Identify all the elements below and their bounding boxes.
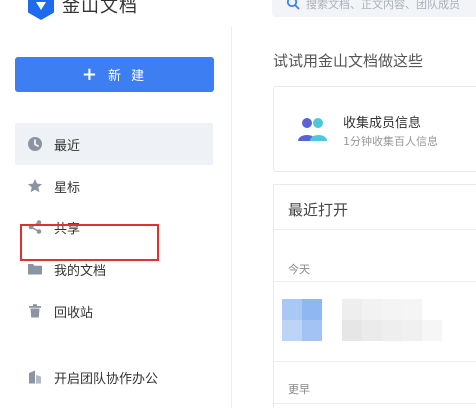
star-icon	[28, 179, 42, 193]
sidebar: + 新 建 最近 星标 共享 我的文档 回收站 开启团队协作办公	[0, 26, 232, 408]
sidebar-item-team-collaboration[interactable]: 开启团队协作办公	[15, 356, 213, 398]
divider	[274, 229, 476, 230]
sidebar-item-label: 星标	[54, 180, 81, 196]
sidebar-item-label: 开启团队协作办公	[54, 371, 159, 387]
folder-icon	[28, 264, 42, 275]
group-label-earlier: 更早	[288, 383, 310, 396]
card-subtitle: 1分钟收集百人信息	[343, 135, 438, 148]
template-card-collect-member-info[interactable]: 收集成员信息 1分钟收集百人信息	[273, 86, 476, 172]
sidebar-item-starred[interactable]: 星标	[15, 165, 213, 207]
divider	[274, 403, 476, 404]
divider	[274, 361, 476, 362]
section-heading: 试试用金山文档做这些	[273, 52, 424, 70]
main-content: 试试用金山文档做这些 收集成员信息 1分钟收集百人信息 最近打开 今天 更早	[233, 26, 476, 408]
clock-icon	[28, 137, 42, 151]
card-title: 收集成员信息	[343, 116, 422, 131]
sidebar-item-trash[interactable]: 回收站	[15, 290, 213, 332]
people-icon	[298, 118, 327, 141]
trash-icon	[29, 304, 41, 318]
team-building-icon	[29, 370, 41, 384]
app-title: 金山文档	[62, 0, 138, 17]
search-placeholder: 搜索文档、正文内容、团队成员	[306, 0, 460, 11]
sidebar-item-shared[interactable]: 共享	[15, 206, 213, 248]
kingsoft-docs-logo-icon[interactable]	[28, 0, 54, 20]
sidebar-item-label: 回收站	[54, 305, 94, 321]
sidebar-item-my-documents[interactable]: 我的文档	[15, 248, 213, 290]
recent-files-panel: 最近打开 今天 更早	[273, 184, 476, 408]
top-bar: 金山文档 搜索文档、正文内容、团队成员	[0, 0, 476, 26]
sidebar-item-label: 我的文档	[54, 263, 107, 279]
recent-heading: 最近打开	[288, 201, 349, 219]
divider	[274, 281, 476, 282]
sidebar-item-recent[interactable]: 最近	[15, 123, 213, 165]
sidebar-item-label: 共享	[54, 221, 81, 237]
search-icon	[286, 0, 300, 10]
group-label-today: 今天	[288, 263, 310, 276]
sidebar-item-label: 最近	[54, 138, 81, 154]
search-input[interactable]: 搜索文档、正文内容、团队成员	[272, 0, 476, 17]
blurred-recent-file-item[interactable]	[282, 299, 442, 341]
plus-icon: +	[81, 63, 100, 85]
share-icon	[28, 220, 42, 234]
new-button[interactable]: + 新 建	[15, 57, 214, 92]
new-button-label: 新 建	[107, 69, 148, 84]
